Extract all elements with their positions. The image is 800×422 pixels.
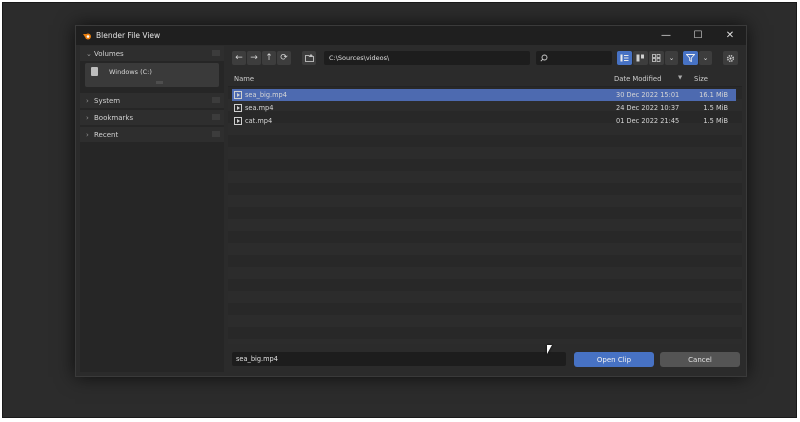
panel-bookmarks-label: Bookmarks [94,113,134,122]
panel-system-label: System [94,96,121,105]
file-name: sea.mp4 [245,104,274,112]
video-file-icon [234,104,242,112]
video-file-icon [234,117,242,125]
parent-directory-button[interactable]: ↑ [262,51,276,65]
file-name: sea_big.mp4 [245,91,287,99]
chevron-right-icon: › [86,96,89,105]
filename-field[interactable]: sea_big.mp4 [232,352,566,366]
maximize-button[interactable]: ☐ [682,26,714,45]
sidebar: ⌄ Volumes Windows (C:) › System › Bookma… [80,46,224,372]
volume-item-windows-c[interactable]: Windows (C:) [85,63,219,87]
video-file-icon [234,91,242,99]
chevron-right-icon: › [86,113,89,122]
panel-recent-header[interactable]: › Recent [80,127,224,142]
forward-button[interactable]: → [247,51,261,65]
horizontal-list-icon [636,54,644,62]
search-input[interactable] [536,51,612,65]
window-title: Blender File View [96,31,161,40]
column-date-modified[interactable]: Date Modified [614,75,661,83]
search-icon [540,54,548,62]
file-row-sea[interactable]: sea.mp4 24 Dec 2022 10:37 1.5 MiB [232,102,736,114]
chevron-down-icon: ⌄ [86,49,92,58]
panel-volumes-header[interactable]: ⌄ Volumes [80,46,224,61]
panel-volumes-label: Volumes [94,49,124,58]
file-size: 1.5 MiB [703,104,728,112]
cancel-button[interactable]: Cancel [660,352,740,367]
chevron-down-icon: ⌄ [668,54,675,62]
column-header: Name Date Modified ▼ Size [228,72,742,87]
execute-bar: sea_big.mp4 Open Clip Cancel [228,350,742,368]
drag-grip-icon[interactable] [212,97,220,103]
file-row-sea-big[interactable]: sea_big.mp4 30 Dec 2022 15:01 16.1 MiB [232,89,736,101]
title-bar[interactable]: Blender File View — ☐ ✕ [76,26,746,45]
gear-icon [727,54,734,62]
settings-button[interactable] [723,51,738,65]
display-settings-dropdown[interactable]: ⌄ [665,51,678,65]
chevron-down-icon: ⌄ [702,54,709,62]
filter-funnel-icon [686,54,695,62]
new-folder-icon [304,54,314,62]
file-size: 1.5 MiB [703,117,728,125]
refresh-button[interactable]: ⟳ [277,51,291,65]
file-date: 30 Dec 2022 15:01 [616,91,680,99]
blender-logo-icon [82,31,92,41]
column-name[interactable]: Name [234,75,254,83]
vertical-list-icon [620,54,629,62]
panel-system-header[interactable]: › System [80,93,224,108]
file-date: 01 Dec 2022 21:45 [616,117,680,125]
drive-icon [91,67,98,76]
drag-grip-icon[interactable] [212,114,220,120]
volume-label: Windows (C:) [109,68,152,76]
open-clip-button[interactable]: Open Clip [574,352,654,367]
thumbnails-icon [652,54,661,62]
directory-path-field[interactable]: C:\Sources\videos\ [324,51,530,65]
drag-grip-icon[interactable] [212,50,220,56]
file-list[interactable]: sea_big.mp4 30 Dec 2022 15:01 16.1 MiB s… [228,87,742,344]
toolbar: ← → ↑ ⟳ C:\Sources\videos\ ⌄ ⌄ [228,46,742,68]
filter-toggle-button[interactable] [683,51,698,65]
drive-usage-icon [156,81,163,84]
panel-recent-label: Recent [94,130,119,139]
file-size: 16.1 MiB [699,91,728,99]
panel-bookmarks-header[interactable]: › Bookmarks [80,110,224,125]
chevron-right-icon: › [86,130,89,139]
filter-settings-dropdown[interactable]: ⌄ [699,51,712,65]
file-browser-window: Blender File View — ☐ ✕ ⌄ Volumes Window… [75,25,747,377]
minimize-button[interactable]: — [650,26,682,45]
display-mode-horizontal-list-button[interactable] [633,51,648,65]
new-directory-button[interactable] [302,51,316,65]
display-mode-vertical-list-button[interactable] [617,51,632,65]
sort-descending-icon[interactable]: ▼ [678,75,682,81]
column-size[interactable]: Size [694,75,708,83]
file-browser-main: ← → ↑ ⟳ C:\Sources\videos\ ⌄ ⌄ Name Date… [228,46,742,372]
file-date: 24 Dec 2022 10:37 [616,104,680,112]
mouse-cursor-icon [547,345,552,354]
back-button[interactable]: ← [232,51,246,65]
file-name: cat.mp4 [245,117,273,125]
drag-grip-icon[interactable] [212,131,220,137]
file-row-cat[interactable]: cat.mp4 01 Dec 2022 21:45 1.5 MiB [232,115,736,127]
close-button[interactable]: ✕ [714,26,746,45]
display-mode-thumbnails-button[interactable] [649,51,664,65]
